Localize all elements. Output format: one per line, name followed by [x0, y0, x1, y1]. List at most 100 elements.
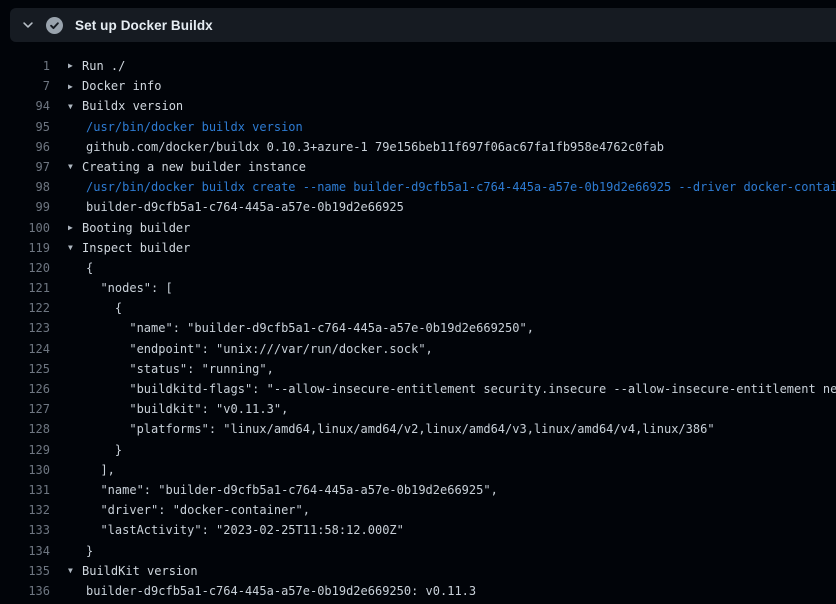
log-line-body: { — [68, 298, 122, 318]
line-number-link[interactable]: 119 — [0, 238, 50, 258]
log-line-body: } — [68, 440, 122, 460]
log-line-body: ], — [68, 460, 115, 480]
output-text: } — [86, 544, 93, 558]
log-line-row: 123 "name": "builder-d9cfb5a1-c764-445a-… — [0, 318, 836, 338]
log-line-body: "lastActivity": "2023-02-25T11:58:12.000… — [68, 520, 404, 540]
output-text: ], — [86, 463, 115, 477]
line-number-link[interactable]: 95 — [0, 117, 50, 137]
step-header[interactable]: Set up Docker Buildx — [10, 8, 836, 42]
step-title: Set up Docker Buildx — [75, 18, 213, 33]
line-number-link[interactable]: 120 — [0, 258, 50, 278]
output-text: "name": "builder-d9cfb5a1-c764-445a-a57e… — [86, 483, 498, 497]
output-text: } — [86, 443, 122, 457]
log-line-row: 129 } — [0, 440, 836, 460]
log-line-body: ▼Buildx version — [68, 96, 183, 116]
line-number-link[interactable]: 1 — [0, 56, 50, 76]
log-line-body: ▼Inspect builder — [68, 238, 190, 258]
log-line-body: "name": "builder-d9cfb5a1-c764-445a-a57e… — [68, 318, 534, 338]
log-line-row: 127 "buildkit": "v0.11.3", — [0, 399, 836, 419]
log-line-body: github.com/docker/buildx 0.10.3+azure-1 … — [68, 137, 664, 157]
log-line-body: ▶Run ./ — [68, 56, 125, 76]
output-text: "buildkit": "v0.11.3", — [86, 402, 288, 416]
line-number-link[interactable]: 126 — [0, 379, 50, 399]
log-line-row: 120 { — [0, 258, 836, 278]
line-number-link[interactable]: 129 — [0, 440, 50, 460]
line-number-link[interactable]: 122 — [0, 298, 50, 318]
log-line-body: "driver": "docker-container", — [68, 500, 310, 520]
command-text: /usr/bin/docker buildx create --name bui… — [86, 180, 836, 194]
triangle-expanded-icon[interactable]: ▼ — [68, 561, 82, 581]
line-number-link[interactable]: 133 — [0, 520, 50, 540]
log-group-row[interactable]: 100▶Booting builder — [0, 218, 836, 238]
output-text: builder-d9cfb5a1-c764-445a-a57e-0b19d2e6… — [86, 200, 404, 214]
line-number-link[interactable]: 99 — [0, 197, 50, 217]
log-line-row: 121 "nodes": [ — [0, 278, 836, 298]
log-line-body: { — [68, 258, 93, 278]
log-line-row: 136 builder-d9cfb5a1-c764-445a-a57e-0b19d… — [0, 581, 836, 601]
actions-log-viewer: Set up Docker Buildx 1▶Run ./7▶Docker in… — [0, 0, 836, 604]
log-line-row: 133 "lastActivity": "2023-02-25T11:58:12… — [0, 520, 836, 540]
log-line-body: /usr/bin/docker buildx version — [68, 117, 303, 137]
line-number-link[interactable]: 121 — [0, 278, 50, 298]
log-line-row: 130 ], — [0, 460, 836, 480]
log-line-body: "platforms": "linux/amd64,linux/amd64/v2… — [68, 419, 715, 439]
line-number-link[interactable]: 97 — [0, 157, 50, 177]
log-line-row: 95/usr/bin/docker buildx version — [0, 117, 836, 137]
line-number-link[interactable]: 96 — [0, 137, 50, 157]
log-group-row[interactable]: 7 ▶Docker info — [0, 76, 836, 96]
log-group-row[interactable]: 1 ▶Run ./ — [0, 56, 836, 76]
group-title: Run ./ — [82, 59, 125, 73]
log-line-row: 98/usr/bin/docker buildx create --name b… — [0, 177, 836, 197]
log-line-body: ▶Docker info — [68, 76, 161, 96]
line-number-link[interactable]: 130 — [0, 460, 50, 480]
triangle-collapsed-icon[interactable]: ▶ — [68, 77, 82, 97]
line-number-link[interactable]: 124 — [0, 339, 50, 359]
log-line-row: 99 builder-d9cfb5a1-c764-445a-a57e-0b19d2… — [0, 197, 836, 217]
chevron-down-icon[interactable] — [20, 17, 36, 33]
line-number-link[interactable]: 100 — [0, 218, 50, 238]
log-line-body: builder-d9cfb5a1-c764-445a-a57e-0b19d2e6… — [68, 581, 476, 601]
log-line-body: "endpoint": "unix:///var/run/docker.sock… — [68, 339, 433, 359]
group-title: Docker info — [82, 79, 161, 93]
line-number-link[interactable]: 128 — [0, 419, 50, 439]
line-number-link[interactable]: 131 — [0, 480, 50, 500]
log-group-row[interactable]: 135 ▼BuildKit version — [0, 561, 836, 581]
triangle-collapsed-icon[interactable]: ▶ — [68, 218, 82, 238]
group-title: Inspect builder — [82, 241, 190, 255]
group-title: Buildx version — [82, 99, 183, 113]
output-text: github.com/docker/buildx 0.10.3+azure-1 … — [86, 140, 664, 154]
log-line-body: /usr/bin/docker buildx create --name bui… — [68, 177, 836, 197]
command-text: /usr/bin/docker buildx version — [86, 120, 303, 134]
line-number-link[interactable]: 132 — [0, 500, 50, 520]
log-line-body: "nodes": [ — [68, 278, 173, 298]
triangle-expanded-icon[interactable]: ▼ — [68, 157, 82, 177]
group-title: BuildKit version — [82, 564, 198, 578]
line-number-link[interactable]: 7 — [0, 76, 50, 96]
log-line-row: 131 "name": "builder-d9cfb5a1-c764-445a-… — [0, 480, 836, 500]
line-number-link[interactable]: 98 — [0, 177, 50, 197]
output-text: "platforms": "linux/amd64,linux/amd64/v2… — [86, 422, 715, 436]
output-text: "buildkitd-flags": "--allow-insecure-ent… — [86, 382, 836, 396]
triangle-expanded-icon[interactable]: ▼ — [68, 97, 82, 117]
triangle-expanded-icon[interactable]: ▼ — [68, 238, 82, 258]
log-group-row[interactable]: 119 ▼Inspect builder — [0, 238, 836, 258]
line-number-link[interactable]: 135 — [0, 561, 50, 581]
line-number-link[interactable]: 134 — [0, 541, 50, 561]
output-text: "name": "builder-d9cfb5a1-c764-445a-a57e… — [86, 321, 534, 335]
log-line-row: 126 "buildkitd-flags": "--allow-insecure… — [0, 379, 836, 399]
log-line-row: 125 "status": "running", — [0, 359, 836, 379]
line-number-link[interactable]: 125 — [0, 359, 50, 379]
line-number-link[interactable]: 127 — [0, 399, 50, 419]
log-group-row[interactable]: 94 ▼Buildx version — [0, 96, 836, 116]
line-number-link[interactable]: 123 — [0, 318, 50, 338]
log-line-body: } — [68, 541, 93, 561]
triangle-collapsed-icon[interactable]: ▶ — [68, 56, 82, 76]
output-text: builder-d9cfb5a1-c764-445a-a57e-0b19d2e6… — [86, 584, 476, 598]
line-number-link[interactable]: 94 — [0, 96, 50, 116]
log-group-row[interactable]: 97▼Creating a new builder instance — [0, 157, 836, 177]
output-text: { — [86, 261, 93, 275]
log-line-row: 122 { — [0, 298, 836, 318]
log-lines: 1▶Run ./7▶Docker info94▼Buildx version95… — [0, 42, 836, 601]
line-number-link[interactable]: 136 — [0, 581, 50, 601]
log-line-row: 128 "platforms": "linux/amd64,linux/amd6… — [0, 419, 836, 439]
